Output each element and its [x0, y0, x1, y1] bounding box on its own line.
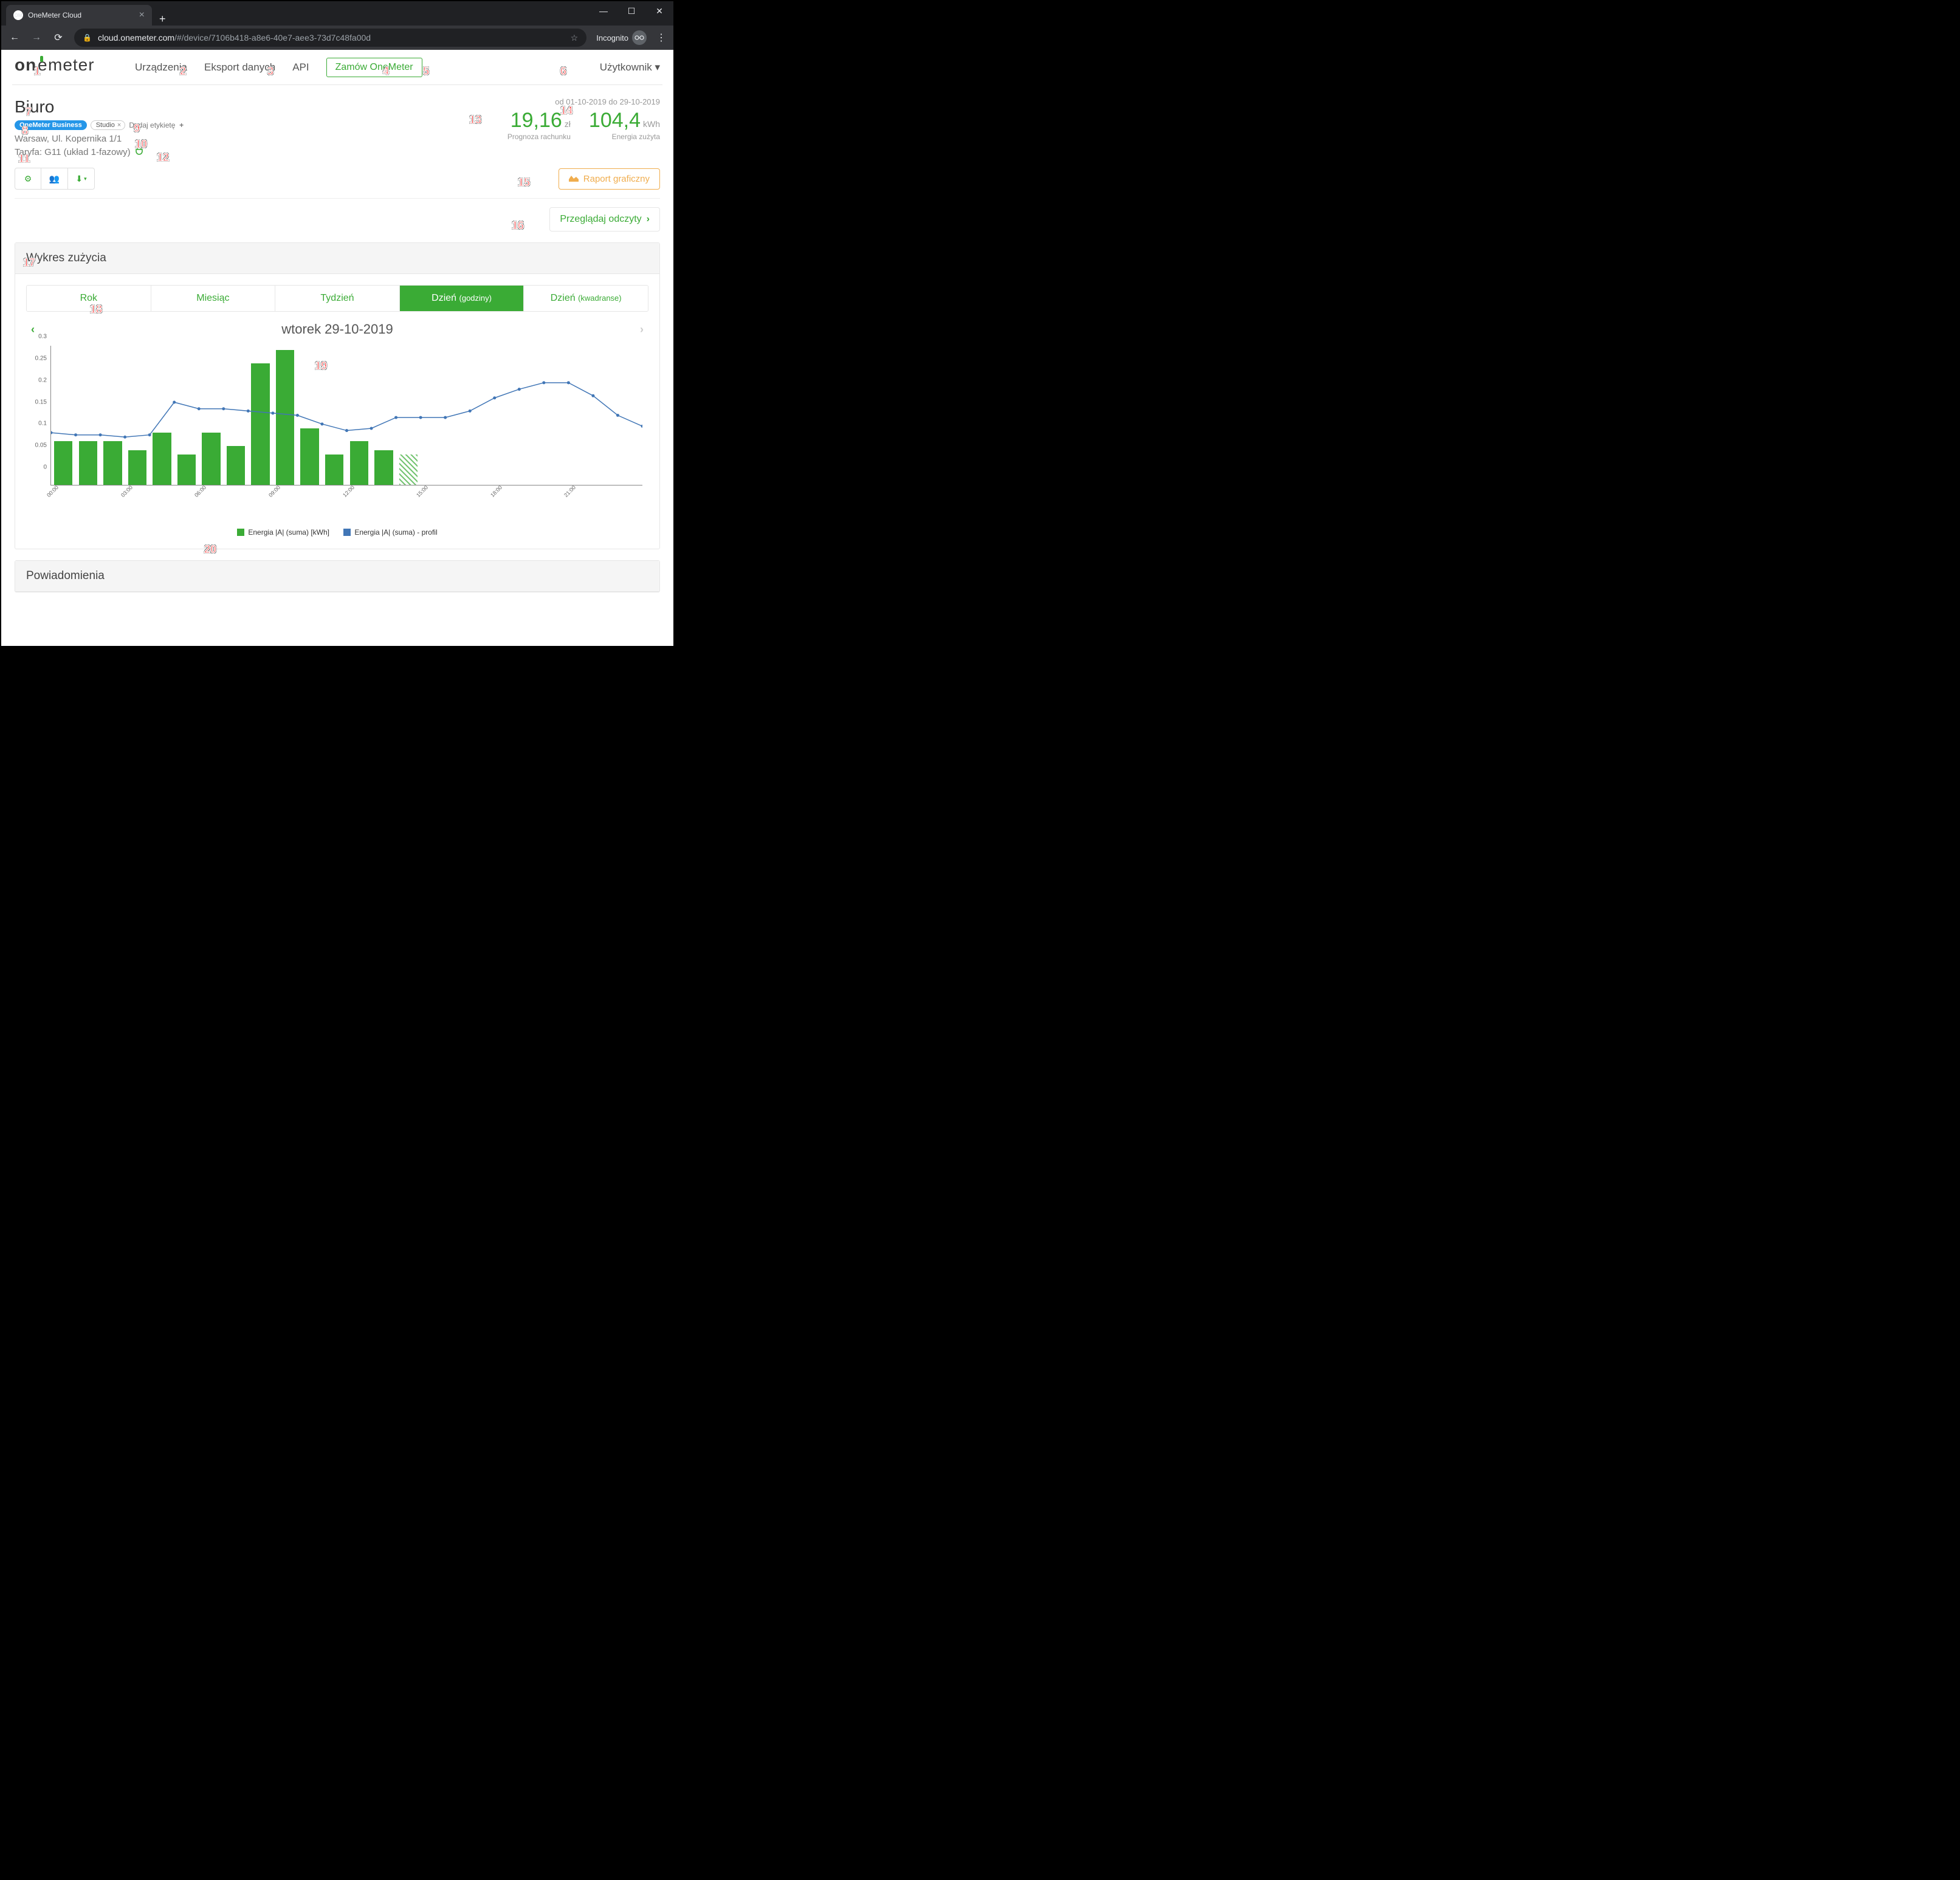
- site-navbar: on e meter Urządzenia Eksport danych API…: [12, 50, 662, 85]
- chevron-right-icon: ›: [647, 214, 650, 225]
- lock-icon: 🔒: [83, 33, 92, 42]
- tab-week[interactable]: Tydzień: [275, 286, 400, 311]
- incognito-icon: [632, 30, 647, 45]
- nav-user-menu[interactable]: Użytkownik ▾: [600, 61, 660, 74]
- bill-forecast-value: 19,16zł: [507, 109, 571, 132]
- settings-button[interactable]: ⚙: [15, 168, 41, 190]
- tab-year[interactable]: Rok: [27, 286, 151, 311]
- notifications-panel: Powiadomienia: [15, 560, 660, 592]
- badge-studio[interactable]: Studio ×: [91, 120, 126, 130]
- window-minimize-button[interactable]: —: [590, 1, 617, 21]
- tab-month[interactable]: Miesiąc: [151, 286, 276, 311]
- caret-down-icon: ▾: [84, 176, 87, 182]
- bar-hour-5[interactable]: [177, 455, 196, 485]
- browser-menu-button[interactable]: ⋮: [656, 32, 666, 44]
- gear-icon: ⚙: [24, 174, 32, 184]
- tab-title: OneMeter Cloud: [28, 11, 134, 19]
- add-label-button[interactable]: Dodaj etykietę +: [129, 121, 184, 129]
- users-icon: 👥: [49, 174, 60, 184]
- browse-readings-button[interactable]: Przeglądaj odczyty ›: [549, 207, 660, 232]
- svg-text:on: on: [15, 55, 36, 74]
- download-icon: ⬇: [75, 174, 83, 184]
- legend-line: Energia |A| (suma) - profil: [343, 528, 437, 537]
- tab-close-icon[interactable]: ×: [139, 10, 145, 21]
- energy-used-label: Energia zużyta: [589, 132, 660, 141]
- logo[interactable]: on e meter: [15, 55, 118, 80]
- bar-hour-13[interactable]: [374, 450, 393, 485]
- date-range: od 01-10-2019 do 29-10-2019: [507, 97, 660, 106]
- browser-tab-bar: OM OneMeter Cloud × + — ☐ ✕: [1, 1, 673, 26]
- incognito-indicator: Incognito: [596, 30, 647, 45]
- bar-hour-12[interactable]: [350, 441, 368, 485]
- consumption-chart-panel: Wykres zużycia Rok Miesiąc Tydzień Dzień…: [15, 242, 660, 549]
- legend-bar: Energia |A| (suma) [kWh]: [237, 528, 329, 537]
- nav-export[interactable]: Eksport danych: [204, 61, 275, 74]
- bar-hour-9[interactable]: [276, 350, 294, 485]
- period-tabs: Rok Miesiąc Tydzień Dzień (godziny) Dzie…: [26, 285, 648, 312]
- chart-next-button[interactable]: ›: [635, 323, 648, 336]
- device-address: Warsaw, Ul. Kopernika 1/1: [15, 134, 184, 144]
- tab-day-quarters[interactable]: Dzień (kwadranse): [524, 286, 648, 311]
- browser-tab[interactable]: OM OneMeter Cloud ×: [6, 5, 152, 26]
- nav-api[interactable]: API: [292, 61, 309, 74]
- graphic-report-button[interactable]: Raport graficzny: [559, 168, 660, 190]
- plug-icon: [134, 146, 144, 158]
- area-chart-icon: [569, 174, 579, 184]
- chart-legend: Energia |A| (suma) [kWh] Energia |A| (su…: [26, 528, 648, 538]
- remove-tag-icon[interactable]: ×: [117, 122, 121, 129]
- bar-hour-7[interactable]: [227, 446, 245, 485]
- bar-hour-4[interactable]: [153, 433, 171, 485]
- url-text: cloud.onemeter.com/#/device/7106b418-a8e…: [98, 33, 565, 43]
- browser-toolbar: ← → ⟳ 🔒 cloud.onemeter.com/#/device/7106…: [1, 26, 673, 50]
- forward-button[interactable]: →: [30, 32, 43, 43]
- tab-favicon: OM: [13, 10, 23, 20]
- badge-business: OneMeter Business: [15, 120, 87, 130]
- notifications-title: Powiadomienia: [15, 561, 659, 592]
- bar-hour-2[interactable]: [103, 441, 122, 485]
- bar-hour-14[interactable]: [399, 455, 418, 485]
- bar-hour-6[interactable]: [202, 433, 220, 485]
- bar-hour-0[interactable]: [54, 441, 72, 485]
- new-tab-button[interactable]: +: [152, 13, 173, 26]
- energy-used-value: 104,4kWh: [589, 109, 660, 132]
- download-button[interactable]: ⬇▾: [68, 168, 95, 190]
- reload-button[interactable]: ⟳: [52, 32, 64, 44]
- window-maximize-button[interactable]: ☐: [617, 1, 645, 21]
- nav-order-button[interactable]: Zamów OneMeter: [326, 58, 422, 77]
- address-bar[interactable]: 🔒 cloud.onemeter.com/#/device/7106b418-a…: [74, 29, 586, 47]
- chart-date-title: wtorek 29-10-2019: [281, 321, 393, 337]
- bookmark-star-icon[interactable]: ☆: [571, 33, 579, 43]
- page-content: on e meter Urządzenia Eksport danych API…: [1, 50, 673, 646]
- bar-hour-10[interactable]: [300, 428, 318, 485]
- users-button[interactable]: 👥: [41, 168, 68, 190]
- chart-prev-button[interactable]: ‹: [26, 323, 40, 336]
- svg-text:meter: meter: [48, 55, 95, 74]
- device-name: Biuro: [15, 97, 184, 117]
- device-tariff: Taryfa: G11 (układ 1-fazowy): [15, 146, 184, 158]
- back-button[interactable]: ←: [9, 32, 21, 43]
- bar-hour-11[interactable]: [325, 455, 343, 485]
- chart-plot: 00.050.10.150.20.250.3 00:0003:0006:0009…: [50, 346, 648, 504]
- tab-day-hours[interactable]: Dzień (godziny): [400, 286, 524, 311]
- bill-forecast-label: Prognoza rachunku: [507, 132, 571, 141]
- nav-devices[interactable]: Urządzenia: [135, 61, 187, 74]
- panel-title: Wykres zużycia: [15, 243, 659, 274]
- window-close-button[interactable]: ✕: [645, 1, 673, 21]
- bar-hour-1[interactable]: [79, 441, 97, 485]
- bar-hour-3[interactable]: [128, 450, 146, 485]
- bar-hour-8[interactable]: [251, 363, 269, 485]
